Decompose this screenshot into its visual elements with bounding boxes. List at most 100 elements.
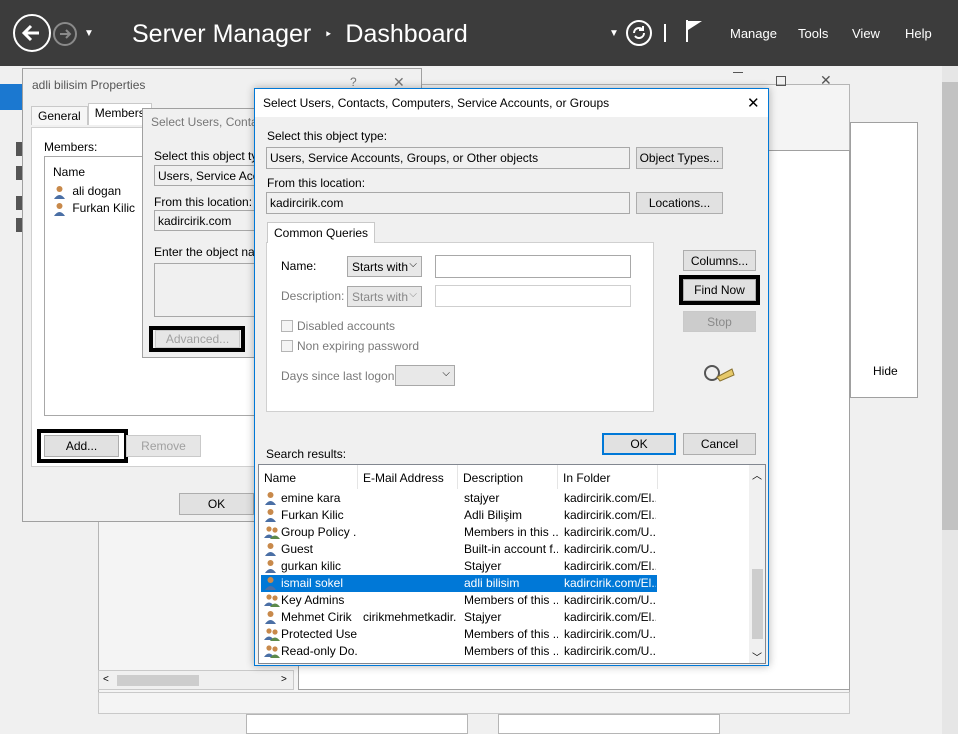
help-icon[interactable]: ?	[350, 75, 357, 89]
breadcrumb: Server Manager ‣ Dashboard	[132, 19, 468, 49]
forward-arrow-icon[interactable]	[53, 22, 77, 46]
user-icon	[264, 576, 277, 593]
scroll-left-icon[interactable]: <	[103, 674, 109, 685]
checkbox-box	[281, 340, 293, 352]
table-row[interactable]: Mehmet Cirik cirikmehmetkadir... Stajyer ka…	[261, 609, 657, 626]
notifications-dropdown-icon[interactable]: ▼	[609, 28, 619, 39]
table-row[interactable]: Furkan Kilic Adli Bilişim kadircirik.com/E…	[261, 507, 657, 524]
menu-view[interactable]: View	[852, 26, 880, 41]
cell-description: Members of this ...	[464, 627, 558, 641]
find-flashlight-icon	[702, 361, 736, 390]
column-header-name[interactable]: Name	[259, 465, 358, 489]
scroll-thumb[interactable]	[752, 569, 763, 639]
dialog-title: adli bilisim Properties	[32, 78, 146, 92]
column-header-folder[interactable]: In Folder	[558, 465, 658, 489]
bottom-panel	[98, 692, 850, 714]
scroll-right-icon[interactable]: >	[281, 674, 287, 685]
cancel-button[interactable]: Cancel	[683, 433, 756, 455]
remove-button[interactable]: Remove	[126, 435, 201, 457]
list-item[interactable]: Furkan Kilic	[53, 201, 135, 216]
column-header-email[interactable]: E-Mail Address	[358, 465, 458, 489]
column-header-description[interactable]: Description	[458, 465, 558, 489]
description-input[interactable]	[435, 285, 631, 307]
ok-button[interactable]: OK	[179, 493, 254, 515]
cell-description: Stajyer	[464, 610, 502, 624]
group-icon	[264, 644, 280, 661]
scroll-up-icon[interactable]: ︿	[752, 467, 762, 482]
ok-button[interactable]: OK	[602, 433, 676, 455]
cell-name: emine kara	[281, 491, 341, 505]
window-maximize-icon[interactable]	[776, 76, 786, 86]
cell-folder: kadircirik.com/El...	[564, 576, 656, 590]
stop-button[interactable]: Stop	[683, 311, 756, 332]
menu-manage[interactable]: Manage	[730, 26, 777, 41]
days-since-logon-select[interactable]: ⌵	[395, 365, 455, 386]
menu-help[interactable]: Help	[905, 26, 932, 41]
cell-name: ismail sokel	[281, 576, 344, 590]
cell-folder: kadircirik.com/U...	[564, 593, 656, 607]
window-minimize-icon[interactable]	[733, 72, 743, 73]
column-header-name[interactable]: Name	[53, 165, 85, 179]
table-row[interactable]: Guest Built-in account f... kadircirik.com…	[261, 541, 657, 558]
group-icon	[264, 627, 280, 644]
cell-description: adli bilisim	[464, 576, 520, 590]
dialog-title: Select Users, Contacts, Computers, Servi…	[263, 96, 610, 110]
tab-general[interactable]: General	[31, 106, 88, 125]
title-bar: ▼ Server Manager ‣ Dashboard ▼ Manage To…	[0, 0, 958, 66]
cell-email: cirikmehmetkadir...	[363, 610, 457, 624]
scroll-down-icon[interactable]: ﹀	[752, 649, 762, 663]
name-input[interactable]	[435, 255, 631, 278]
chevron-down-icon: ⌵	[409, 259, 417, 270]
member-name: Furkan Kilic	[72, 201, 136, 215]
checkbox-box	[281, 320, 293, 332]
table-row[interactable]: ismail sokel adli bilisim kadircirik.com/E…	[261, 575, 657, 592]
non-expiring-password-checkbox[interactable]: Non expiring password	[281, 339, 419, 353]
scroll-thumb[interactable]	[117, 675, 199, 686]
columns-button[interactable]: Columns...	[683, 250, 756, 271]
cell-name: Read-only Do...	[281, 644, 357, 658]
hide-link[interactable]: Hide	[873, 364, 898, 378]
search-results-list[interactable]: Name E-Mail Address Description In Folde…	[258, 464, 766, 664]
locations-button[interactable]: Locations...	[636, 192, 723, 214]
cell-name: Furkan Kilic	[281, 508, 344, 522]
table-row[interactable]: Group Policy ... Members in this ... kadir…	[261, 524, 657, 541]
member-name: ali dogan	[72, 184, 122, 198]
background-hscrollbar[interactable]: < >	[98, 670, 294, 690]
results-scrollbar[interactable]: ︿ ﹀	[749, 465, 765, 663]
cell-folder: kadircirik.com/U...	[564, 525, 656, 539]
group-icon	[264, 593, 280, 610]
object-types-button[interactable]: Object Types...	[636, 147, 723, 169]
description-filter-value: Starts with	[352, 290, 409, 304]
flag-icon[interactable]	[684, 18, 706, 47]
cell-description: Adli Bilişim	[464, 508, 523, 522]
table-row[interactable]: emine kara stajyer kadircirik.com/El...	[261, 490, 657, 507]
name-label: Name:	[281, 259, 317, 273]
close-icon[interactable]: ✕	[747, 94, 760, 112]
table-row[interactable]: gurkan kilic Stajyer kadircirik.com/El...	[261, 558, 657, 575]
tab-common-queries[interactable]: Common Queries	[267, 222, 376, 243]
window-close-icon[interactable]: ✕	[820, 72, 832, 89]
menu-tools[interactable]: Tools	[798, 26, 828, 41]
disabled-accounts-checkbox[interactable]: Disabled accounts	[281, 319, 395, 333]
cell-name: Mehmet Cirik	[281, 610, 352, 624]
advanced-button[interactable]: Advanced...	[155, 330, 240, 348]
table-row[interactable]: Read-only Do... Members of this ... kadirc…	[261, 643, 657, 660]
history-dropdown-icon[interactable]: ▼	[84, 28, 94, 39]
bottom-tile	[246, 714, 468, 734]
chevron-down-icon: ⌵	[409, 289, 417, 300]
list-item[interactable]: ali dogan	[53, 184, 121, 199]
description-filter-select[interactable]: Starts with ⌵	[347, 286, 422, 307]
refresh-icon[interactable]	[626, 20, 652, 46]
cell-description: Members of this ...	[464, 644, 558, 658]
name-filter-select[interactable]: Starts with ⌵	[347, 256, 422, 277]
sidebar-accent	[0, 84, 24, 110]
table-row[interactable]: Key Admins Members of this ... kadircirik.…	[261, 592, 657, 609]
table-row[interactable]: Protected Users Members of this ... kadirc…	[261, 626, 657, 643]
page-scrollbar-thumb[interactable]	[942, 82, 958, 530]
back-arrow-icon[interactable]	[13, 14, 51, 52]
cell-description: Members in this ...	[464, 525, 558, 539]
find-now-button[interactable]: Find Now	[683, 279, 756, 301]
add-button[interactable]: Add...	[44, 435, 119, 457]
checkbox-label: Non expiring password	[297, 339, 420, 353]
cell-folder: kadircirik.com/U...	[564, 627, 656, 641]
